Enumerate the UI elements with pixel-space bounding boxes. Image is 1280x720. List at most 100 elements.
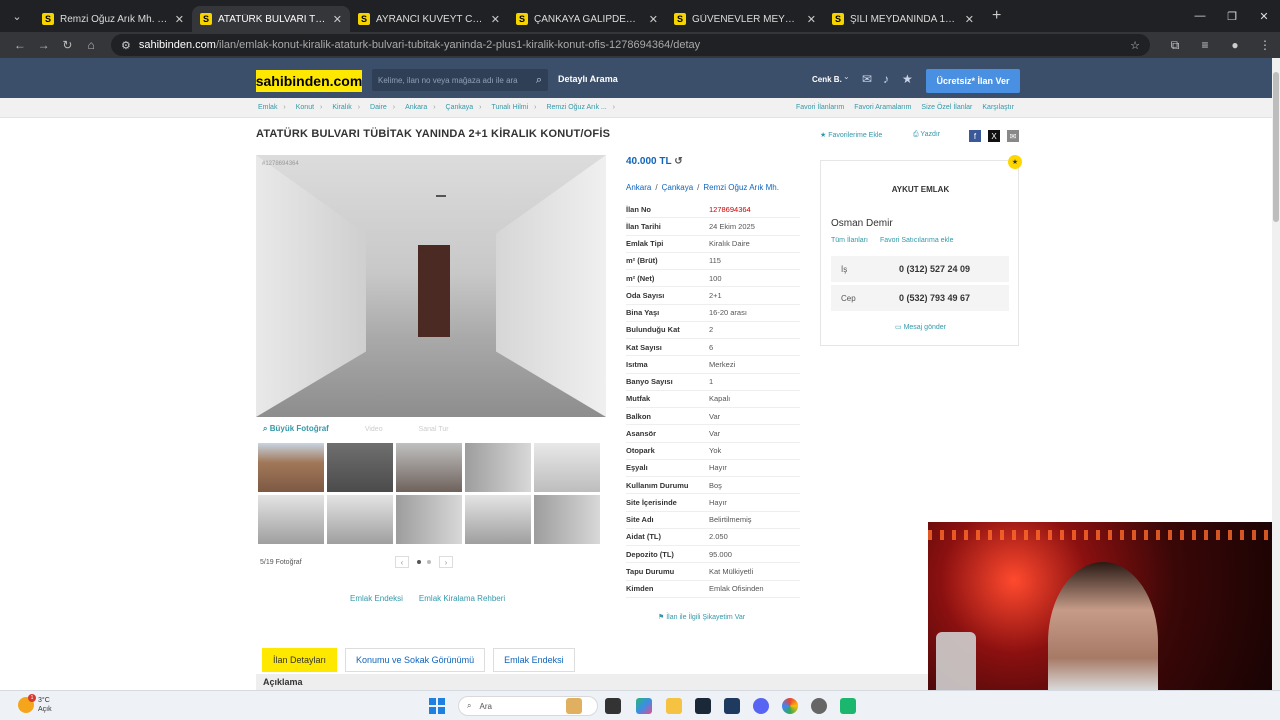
breadcrumb-item[interactable]: Ankara: [405, 104, 435, 111]
page-scrollbar[interactable]: [1272, 58, 1280, 690]
tab-location-street-view[interactable]: Konumu ve Sokak Görünümü: [345, 648, 486, 672]
send-message-link[interactable]: ▭ Mesaj gönder: [821, 323, 1020, 331]
price-history-icon[interactable]: ↺: [674, 156, 682, 167]
print-link[interactable]: ⎙ Yazdır: [913, 131, 940, 139]
photo-thumbnail[interactable]: [258, 495, 324, 544]
add-favorite-link[interactable]: ★ Favorilerime Ekle: [820, 131, 882, 139]
close-tab-icon[interactable]: ✕: [491, 13, 500, 26]
favorite-searches-link[interactable]: Favori Aramalarım: [854, 104, 911, 111]
forward-icon[interactable]: →: [32, 38, 56, 52]
post-listing-button[interactable]: Ücretsiz* İlan Ver: [926, 69, 1020, 93]
photo-thumbnail[interactable]: [258, 443, 324, 492]
next-page-icon[interactable]: ›: [439, 556, 453, 568]
minimize-icon[interactable]: —: [1184, 10, 1216, 22]
photo-thumbnail[interactable]: [327, 495, 393, 544]
reading-list-icon[interactable]: ≡: [1190, 38, 1220, 53]
task-view-icon[interactable]: [605, 698, 621, 714]
photo-thumbnail[interactable]: [534, 495, 600, 544]
scrollbar-thumb[interactable]: [1273, 72, 1279, 222]
photo-thumbnail[interactable]: [396, 443, 462, 492]
chrome-icon[interactable]: [782, 698, 798, 714]
photo-thumbnail-selected[interactable]: [532, 441, 602, 494]
address-bar[interactable]: ⚙ sahibinden.com /ilan/emlak-konut-kiral…: [111, 34, 1151, 56]
back-icon[interactable]: ←: [8, 38, 32, 52]
user-menu[interactable]: Cenk B.: [812, 75, 842, 84]
discord-icon[interactable]: [753, 698, 769, 714]
close-tab-icon[interactable]: ✕: [175, 13, 184, 26]
tab-real-estate-index[interactable]: Emlak Endeksi: [493, 648, 575, 672]
search-icon[interactable]: ⌕: [536, 74, 542, 87]
browser-tab[interactable]: S ÇANKAYA GALİPDEDE SOKAKTA ✕: [508, 6, 666, 32]
profile-avatar-icon[interactable]: ●: [1220, 38, 1250, 53]
pager-dot[interactable]: [427, 560, 431, 564]
bookmark-star-icon[interactable]: ☆: [1130, 39, 1140, 52]
tab-listing-details[interactable]: İlan Detayları: [262, 648, 338, 672]
breadcrumb-item[interactable]: Kiralık: [332, 104, 360, 111]
all-listings-link[interactable]: Tüm İlanları: [831, 237, 868, 244]
close-tab-icon[interactable]: ✕: [649, 13, 658, 26]
breadcrumb-item[interactable]: Çankaya: [446, 104, 482, 111]
windows-start-icon[interactable]: [429, 698, 445, 714]
photo-thumbnail[interactable]: [396, 495, 462, 544]
favorite-seller-link[interactable]: Favori Satıcılarıma ekle: [880, 237, 954, 244]
new-tab-icon[interactable]: +: [992, 7, 1001, 25]
restore-icon[interactable]: ❐: [1216, 10, 1248, 23]
site-search-input[interactable]: Kelime, ilan no veya mağaza adı ile ara …: [372, 69, 548, 91]
extensions-icon[interactable]: ⧉: [1160, 38, 1190, 53]
settings-gear-icon[interactable]: [811, 698, 827, 714]
browser-tab[interactable]: S AYRANCI KUVEYT CAD KİRALIK ✕: [350, 6, 508, 32]
messages-icon[interactable]: ✉: [862, 72, 872, 86]
breadcrumb-item[interactable]: Emlak: [258, 104, 286, 111]
tab-search-icon[interactable]: ⌄: [0, 0, 34, 32]
personalized-listings-link[interactable]: Size Özel İlanlar: [921, 104, 972, 111]
rental-guide-link[interactable]: Emlak Kiralama Rehberi: [419, 594, 505, 603]
big-photo-button[interactable]: ⌕ Büyük Fotoğraf: [263, 424, 329, 434]
report-listing-link[interactable]: ⚑ İlan ile İlgili Şikayetim Var: [658, 613, 745, 621]
breadcrumb-item[interactable]: Remzi Oğuz Arık ...: [546, 104, 615, 111]
photo-thumbnail[interactable]: [465, 495, 531, 544]
pager-dot-active[interactable]: [417, 560, 421, 564]
close-window-icon[interactable]: ✕: [1248, 10, 1280, 23]
browser-tab-active[interactable]: S ATATÜRK BULVARI TÜBİTAK YA ✕: [192, 6, 350, 32]
site-logo[interactable]: sahibinden.com: [256, 70, 362, 92]
location-city[interactable]: Ankara: [626, 183, 651, 192]
app-icon[interactable]: [840, 698, 856, 714]
detailed-search-link[interactable]: Detaylı Arama: [558, 74, 618, 84]
home-icon[interactable]: ⌂: [79, 38, 103, 52]
prev-page-icon[interactable]: ‹: [395, 556, 409, 568]
favorites-star-icon[interactable]: ★: [902, 72, 913, 86]
site-info-icon[interactable]: ⚙: [121, 39, 131, 52]
browser-tab[interactable]: S ŞİLİ MEYDANINDA 1+1 KİRALIK ✕: [824, 6, 982, 32]
photo-thumbnail[interactable]: [465, 443, 531, 492]
copilot-icon[interactable]: [636, 698, 652, 714]
browser-tab[interactable]: S Remzi Oğuz Arık Mh. Kiralık Re ✕: [34, 6, 192, 32]
email-share-icon[interactable]: ✉: [1007, 130, 1019, 142]
notifications-bell-icon[interactable]: ♪: [883, 72, 889, 86]
weather-widget[interactable]: 1 3°C Açık: [18, 694, 52, 714]
location-neighborhood[interactable]: Remzi Oğuz Arık Mh.: [703, 183, 779, 192]
steam-icon[interactable]: [695, 698, 711, 714]
compare-link[interactable]: Karşılaştır: [982, 104, 1014, 111]
close-tab-icon[interactable]: ✕: [807, 13, 816, 26]
widget-app-icon[interactable]: [566, 698, 582, 714]
breadcrumb-item[interactable]: Tunalı Hilmi: [491, 104, 536, 111]
location-district[interactable]: Çankaya: [662, 183, 694, 192]
seller-firm[interactable]: AYKUT EMLAK: [821, 185, 1020, 194]
reload-icon[interactable]: ↻: [56, 38, 80, 52]
browser-tab[interactable]: S GÜVENEVLER MEYDAN ŞİLİ - B ✕: [666, 6, 824, 32]
x-share-icon[interactable]: X: [988, 130, 1000, 142]
facebook-share-icon[interactable]: f: [969, 130, 981, 142]
phone-number[interactable]: 0 (532) 793 49 67: [899, 293, 970, 303]
photo-thumbnail[interactable]: [327, 443, 393, 492]
phone-number[interactable]: 0 (312) 527 24 09: [899, 264, 970, 274]
real-estate-index-link[interactable]: Emlak Endeksi: [350, 594, 403, 603]
breadcrumb-item[interactable]: Konut: [296, 104, 323, 111]
close-tab-icon[interactable]: ✕: [333, 13, 342, 26]
browser-menu-icon[interactable]: ⋮: [1250, 38, 1280, 53]
code-editor-icon[interactable]: [724, 698, 740, 714]
favorite-listings-link[interactable]: Favori İlanlarım: [796, 104, 844, 111]
breadcrumb-item[interactable]: Daire: [370, 104, 395, 111]
file-explorer-icon[interactable]: [666, 698, 682, 714]
chevron-down-icon[interactable]: ⌄: [843, 72, 850, 81]
main-photo[interactable]: #1278694364: [256, 155, 606, 417]
